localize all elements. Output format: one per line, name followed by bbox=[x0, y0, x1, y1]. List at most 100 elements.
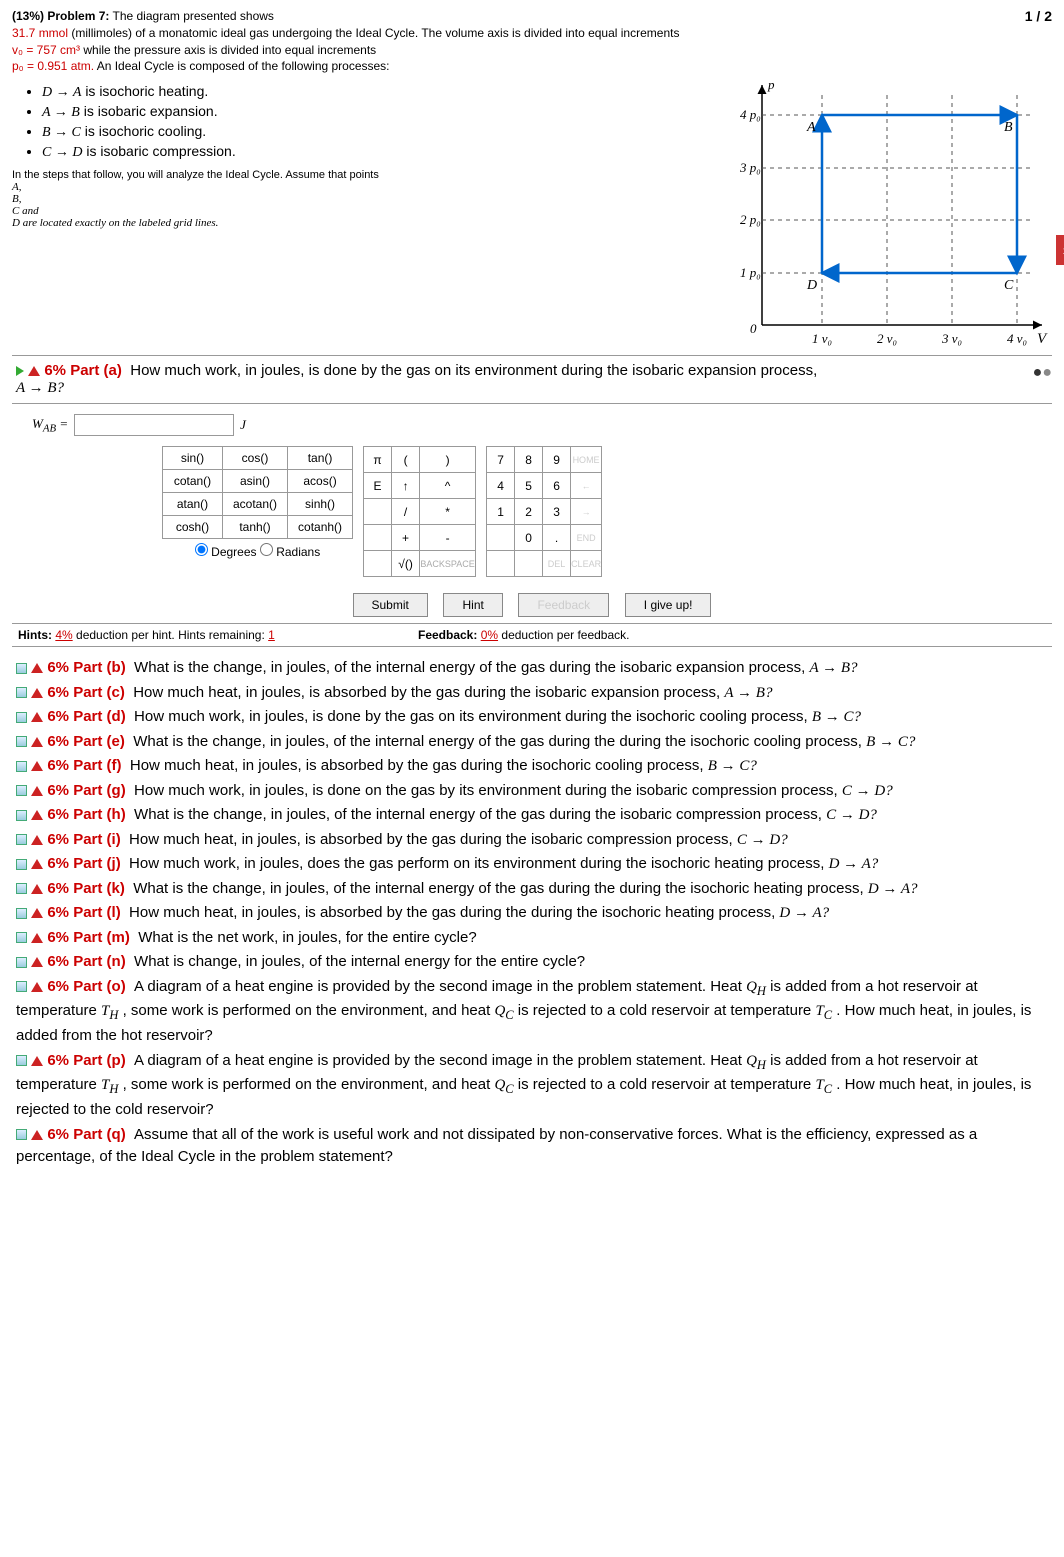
play-icon bbox=[16, 366, 24, 376]
svg-text:3 p₀: 3 p₀ bbox=[739, 160, 761, 175]
submit-button[interactable]: Submit bbox=[353, 593, 428, 617]
svg-text:D: D bbox=[806, 278, 817, 293]
status-icon bbox=[16, 687, 27, 698]
key-right[interactable]: → bbox=[571, 499, 602, 525]
key-e[interactable]: E bbox=[364, 473, 392, 499]
number-keys: 789HOME 456← 123→ 0.END DELCLEAR bbox=[486, 446, 602, 577]
key-tanh[interactable]: tanh() bbox=[223, 516, 288, 539]
warning-icon bbox=[31, 1130, 43, 1140]
key-backspace[interactable]: BACKSPACE bbox=[420, 551, 476, 577]
assumption-note: In the steps that follow, you will analy… bbox=[12, 169, 692, 229]
key-2[interactable]: 2 bbox=[515, 499, 543, 525]
key-lparen[interactable]: ( bbox=[392, 447, 420, 473]
key-cotanh[interactable]: cotanh() bbox=[288, 516, 353, 539]
part-row: 6% Part (h) What is the change, in joule… bbox=[16, 804, 1048, 827]
feedback-button[interactable]: Feedback bbox=[518, 593, 609, 617]
key-left[interactable]: ← bbox=[571, 473, 602, 499]
key-5[interactable]: 5 bbox=[515, 473, 543, 499]
key-rparen[interactable]: ) bbox=[420, 447, 476, 473]
symbol-keys: π() E↑^ /* +- √()BACKSPACE bbox=[363, 446, 476, 577]
svg-text:0: 0 bbox=[750, 321, 757, 336]
key-acos[interactable]: acos() bbox=[288, 470, 353, 493]
svg-text:V: V bbox=[1037, 331, 1048, 347]
status-icon bbox=[16, 1055, 27, 1066]
key-up[interactable]: ↑ bbox=[392, 473, 420, 499]
key-del[interactable]: DEL bbox=[543, 551, 571, 577]
part-row: 6% Part (n) What is change, in joules, o… bbox=[16, 951, 1048, 974]
status-icon bbox=[16, 859, 27, 870]
part-row: 6% Part (q) Assume that all of the work … bbox=[16, 1124, 1048, 1169]
answer-var: WAB = bbox=[32, 416, 68, 435]
radio-radians[interactable]: Radians bbox=[260, 545, 320, 559]
key-9[interactable]: 9 bbox=[543, 447, 571, 473]
key-3[interactable]: 3 bbox=[543, 499, 571, 525]
key-clear[interactable]: CLEAR bbox=[571, 551, 602, 577]
hints-row: Hints: 4% deduction per hint. Hints rema… bbox=[12, 623, 1052, 647]
warning-icon bbox=[31, 859, 43, 869]
problem-header: (13%) Problem 7: The diagram presented s… bbox=[12, 8, 679, 75]
function-keys: sin()cos()tan() cotan()asin()acos() atan… bbox=[162, 446, 353, 539]
warning-icon bbox=[31, 835, 43, 845]
warning-icon bbox=[31, 982, 43, 992]
key-pi[interactable]: π bbox=[364, 447, 392, 473]
key-div[interactable]: / bbox=[392, 499, 420, 525]
hint-button[interactable]: Hint bbox=[443, 593, 502, 617]
warning-icon bbox=[31, 810, 43, 820]
key-sqrt[interactable]: √() bbox=[392, 551, 420, 577]
warning-icon bbox=[31, 933, 43, 943]
key-1[interactable]: 1 bbox=[487, 499, 515, 525]
answer-input[interactable] bbox=[74, 414, 234, 436]
svg-text:A: A bbox=[806, 120, 816, 135]
warning-icon bbox=[31, 737, 43, 747]
key-caret[interactable]: ^ bbox=[420, 473, 476, 499]
key-asin[interactable]: asin() bbox=[223, 470, 288, 493]
status-icon bbox=[16, 761, 27, 772]
part-row: 6% Part (g) How much work, in joules, is… bbox=[16, 780, 1048, 803]
next-page-button[interactable]: › bbox=[1056, 235, 1064, 265]
svg-text:1 p₀: 1 p₀ bbox=[740, 265, 761, 280]
part-row: 6% Part (i) How much heat, in joules, is… bbox=[16, 829, 1048, 852]
key-acotan[interactable]: acotan() bbox=[223, 493, 288, 516]
pv-diagram: 4 p₀3 p₀ 2 p₀1 p₀ 1 v₀2 v₀ 3 v₀4 v₀ 0 pV… bbox=[712, 75, 1052, 355]
status-icon bbox=[16, 957, 27, 968]
key-sin[interactable]: sin() bbox=[163, 447, 223, 470]
key-atan[interactable]: atan() bbox=[163, 493, 223, 516]
status-icon bbox=[16, 908, 27, 919]
key-mul[interactable]: * bbox=[420, 499, 476, 525]
answer-unit: J bbox=[240, 417, 246, 433]
key-sinh[interactable]: sinh() bbox=[288, 493, 353, 516]
key-minus[interactable]: - bbox=[420, 525, 476, 551]
part-row: 6% Part (p) A diagram of a heat engine i… bbox=[16, 1050, 1048, 1122]
status-icon bbox=[16, 663, 27, 674]
action-buttons: Submit Hint Feedback I give up! bbox=[12, 587, 1052, 623]
keypad: sin()cos()tan() cotan()asin()acos() atan… bbox=[12, 446, 1052, 587]
warning-icon bbox=[31, 908, 43, 918]
warning-icon bbox=[31, 761, 43, 771]
part-row: 6% Part (b) What is the change, in joule… bbox=[16, 657, 1048, 680]
key-7[interactable]: 7 bbox=[487, 447, 515, 473]
svg-text:1 v₀: 1 v₀ bbox=[812, 331, 832, 346]
key-cotan[interactable]: cotan() bbox=[163, 470, 223, 493]
svg-text:C: C bbox=[1004, 278, 1014, 293]
key-dot[interactable]: . bbox=[543, 525, 571, 551]
key-tan[interactable]: tan() bbox=[288, 447, 353, 470]
process-list: D → A is isochoric heating. A → B is iso… bbox=[42, 83, 692, 161]
page-indicator: 1 / 2 bbox=[1025, 8, 1052, 24]
part-row: 6% Part (c) How much heat, in joules, is… bbox=[16, 682, 1048, 705]
key-8[interactable]: 8 bbox=[515, 447, 543, 473]
status-icon bbox=[16, 932, 27, 943]
key-plus[interactable]: + bbox=[392, 525, 420, 551]
part-row: 6% Part (o) A diagram of a heat engine i… bbox=[16, 976, 1048, 1048]
radio-degrees[interactable]: Degrees bbox=[195, 545, 257, 559]
key-end[interactable]: END bbox=[571, 525, 602, 551]
carousel-dots[interactable]: ●● bbox=[712, 364, 1052, 382]
key-0[interactable]: 0 bbox=[515, 525, 543, 551]
key-6[interactable]: 6 bbox=[543, 473, 571, 499]
key-cosh[interactable]: cosh() bbox=[163, 516, 223, 539]
problem-pct: (13%) bbox=[12, 9, 44, 23]
giveup-button[interactable]: I give up! bbox=[625, 593, 712, 617]
key-cos[interactable]: cos() bbox=[223, 447, 288, 470]
svg-text:p: p bbox=[767, 77, 775, 92]
key-home[interactable]: HOME bbox=[571, 447, 602, 473]
key-4[interactable]: 4 bbox=[487, 473, 515, 499]
